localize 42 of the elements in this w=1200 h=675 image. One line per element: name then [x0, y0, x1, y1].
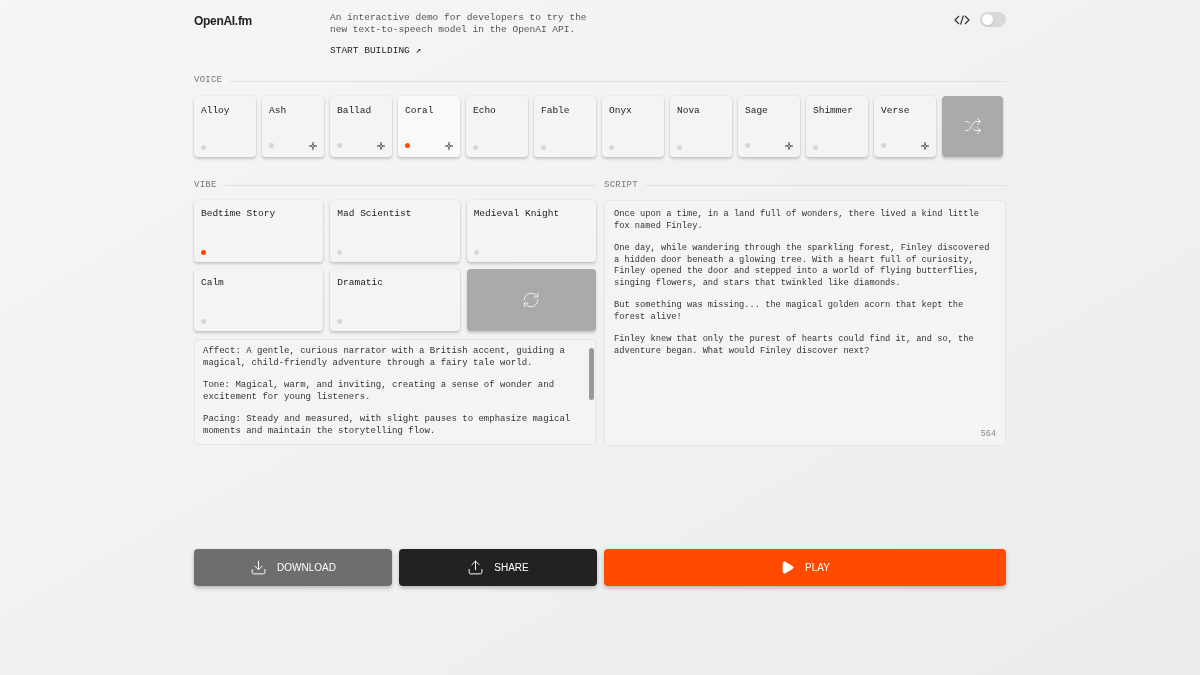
section-label: VOICE: [194, 74, 223, 88]
script-paragraph: Finley knew that only the purest of hearts could find it, and so, the adventure began. What would Finley discover next?: [614, 334, 975, 358]
download-button[interactable]: DOWNLOAD: [194, 549, 392, 587]
voice-card[interactable]: Fable: [534, 95, 596, 157]
start-building-link[interactable]: START BUILDING ↗: [330, 44, 422, 59]
vibe-card[interactable]: Mad Scientist: [330, 200, 460, 263]
vibe-card[interactable]: Medieval Knight: [466, 200, 596, 263]
character-count: 564: [980, 427, 996, 441]
section-label: VIBE: [194, 178, 217, 192]
toggle-switch[interactable]: [980, 12, 1006, 27]
voice-card[interactable]: Verse: [874, 95, 936, 157]
shuffle-button[interactable]: [942, 95, 1003, 157]
voice-card[interactable]: Shimmer: [806, 95, 868, 157]
instruction-paragraph: Tone: Magical, warm, and inviting, creating a sense of wonder and excitement for young listeners.: [203, 380, 556, 404]
download-icon: [250, 559, 268, 577]
script-paragraph: One day, while wandering through the sparkling forest, Finley discovered a hidden door beneath a glowing tree. With a heart full of curiosity, Finley opened the door and stepped into a world of flying butterflies, singing flowers, and stars that twinkled like diamonds.: [614, 243, 991, 290]
voice-card[interactable]: Alloy: [194, 95, 256, 157]
voice-card[interactable]: Nova: [670, 95, 732, 157]
share-button[interactable]: SHARE: [399, 549, 597, 587]
instructions-field[interactable]: [194, 339, 596, 446]
voice-card[interactable]: Echo: [466, 95, 528, 157]
voice-card[interactable]: Ballad: [330, 95, 392, 157]
section-label: SCRIPT: [604, 178, 638, 192]
play-icon: [780, 560, 796, 576]
vibe-card[interactable]: Bedtime Story: [194, 200, 324, 263]
script-paragraph: Once upon a time, in a land full of wonders, there lived a kind little fox named Finley.: [614, 209, 980, 233]
upload-icon: [467, 559, 485, 577]
code-icon[interactable]: [954, 14, 970, 25]
vibe-card[interactable]: Calm: [194, 269, 324, 332]
script-paragraph: But something was missing... the magical golden acorn that kept the forest alive!: [614, 300, 965, 324]
voice-card[interactable]: Sage: [738, 95, 800, 157]
instruction-paragraph: Affect: A gentle, curious narrator with a British accent, guiding a magical, child-friendly adventure through a fairy tale world.: [203, 346, 566, 370]
voice-card[interactable]: Coral: [398, 95, 460, 157]
refresh-button[interactable]: [466, 269, 596, 332]
voice-card[interactable]: Ash: [262, 95, 324, 157]
description: An interactive demo for developers to try the new text-to-speech model in the OpenAI API.: [330, 12, 588, 36]
vibe-card[interactable]: Dramatic: [330, 269, 460, 332]
shuffle-icon: [963, 117, 982, 136]
voice-card[interactable]: Onyx: [602, 95, 664, 157]
instruction-paragraph: Pacing: Steady and measured, with slight pauses to emphasize magical moments and maintain the storytelling flow.: [203, 414, 572, 438]
refresh-icon: [522, 291, 541, 310]
logo: OpenAI.fm: [194, 13, 253, 30]
